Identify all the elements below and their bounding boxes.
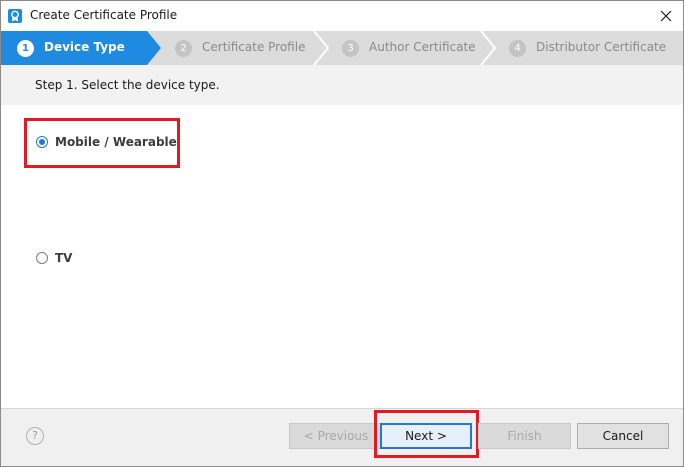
dialog-window: Create Certificate Profile 1 Device Type… xyxy=(0,0,684,467)
step-distributor-certificate: 4 Distributor Certificate xyxy=(495,31,683,65)
step-number: 4 xyxy=(509,40,526,57)
button-bar: ? < Previous Next > Finish Cancel xyxy=(1,408,683,466)
step-number: 3 xyxy=(342,40,359,57)
cancel-button[interactable]: Cancel xyxy=(577,423,669,449)
window-title: Create Certificate Profile xyxy=(30,8,178,22)
step-certificate-profile: 2 Certificate Profile xyxy=(161,31,331,65)
next-button[interactable]: Next > xyxy=(380,423,472,449)
previous-button[interactable]: < Previous xyxy=(289,423,383,449)
title-bar: Create Certificate Profile xyxy=(1,1,683,31)
certificate-app-icon xyxy=(8,9,22,23)
radio-button-mobile[interactable] xyxy=(36,136,48,148)
device-type-panel: Mobile / Wearable TV xyxy=(1,105,683,408)
wizard-steps: 1 Device Type 2 Certificate Profile 3 Au… xyxy=(1,31,683,65)
radio-tv[interactable]: TV xyxy=(36,251,72,265)
radio-mobile-wearable[interactable]: Mobile / Wearable xyxy=(36,135,177,149)
radio-label-tv: TV xyxy=(55,251,73,265)
step-number: 1 xyxy=(17,40,34,57)
step-label: Certificate Profile xyxy=(202,40,306,54)
finish-button[interactable]: Finish xyxy=(478,423,571,449)
step-label: Device Type xyxy=(44,40,125,54)
step-author-certificate: 3 Author Certificate xyxy=(328,31,498,65)
close-icon xyxy=(660,10,672,22)
step-number: 2 xyxy=(175,40,192,57)
step-device-type: 1 Device Type xyxy=(1,31,163,65)
radio-button-tv[interactable] xyxy=(36,252,48,264)
radio-label-mobile: Mobile / Wearable xyxy=(55,135,177,149)
step-label: Distributor Certificate xyxy=(536,40,667,54)
close-button[interactable] xyxy=(649,1,683,31)
step-description: Step 1. Select the device type. xyxy=(35,78,220,92)
step-description-bar: Step 1. Select the device type. xyxy=(1,65,683,105)
step-label: Author Certificate xyxy=(369,40,476,54)
help-icon[interactable]: ? xyxy=(26,427,44,445)
